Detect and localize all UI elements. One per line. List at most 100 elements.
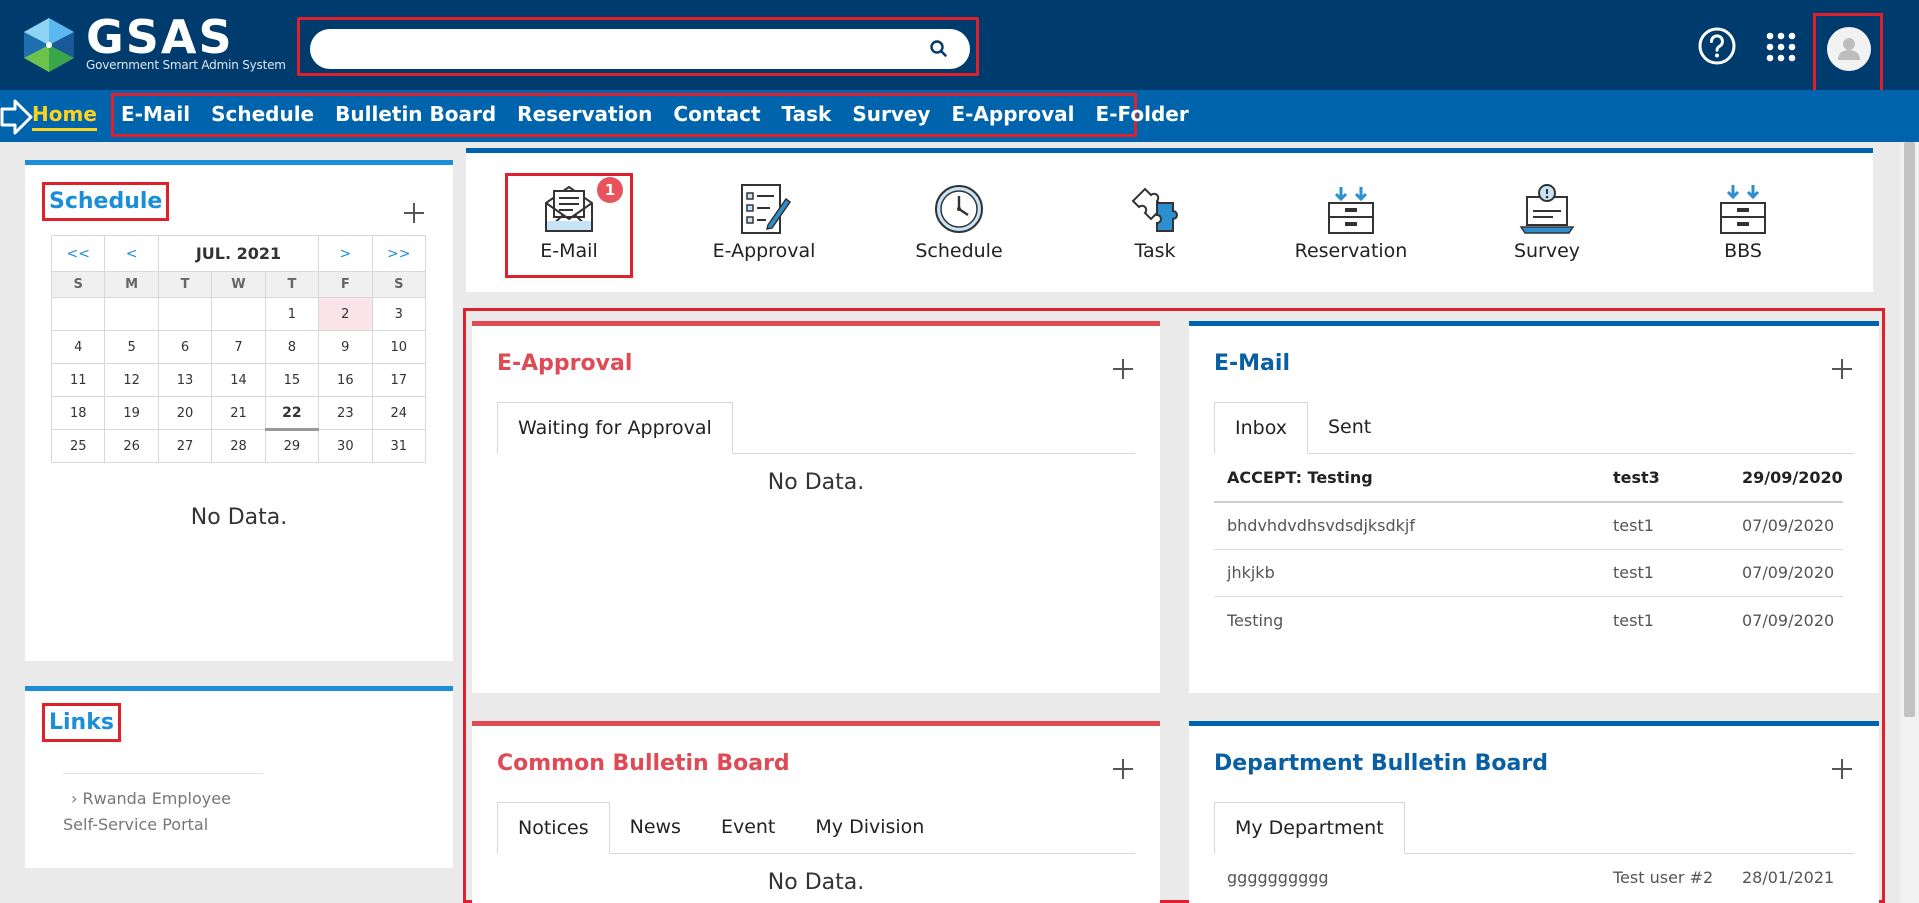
calendar-day[interactable]: 23	[318, 396, 373, 430]
calendar-day-highlighted[interactable]: 2	[318, 297, 373, 331]
calendar-day[interactable]: 19	[104, 396, 159, 430]
help-icon[interactable]	[1697, 26, 1737, 66]
mail-sender: test1	[1600, 501, 1729, 550]
calendar-day[interactable]: 14	[211, 363, 266, 397]
table-row[interactable]: jhkjkb test1 07/09/2020	[1214, 549, 1843, 597]
search-bar	[297, 17, 979, 76]
quick-item-survey[interactable]: Survey	[1492, 175, 1602, 275]
search-icon[interactable]	[928, 38, 950, 60]
calendar-day[interactable]: 15	[264, 363, 320, 397]
email-title[interactable]: E-Mail	[1214, 351, 1290, 376]
calendar-next-year-button[interactable]: >>	[371, 235, 427, 272]
calendar-day[interactable]: 24	[371, 396, 427, 430]
arrow-right-icon	[0, 99, 33, 135]
calendar-day[interactable]: 29	[264, 429, 320, 463]
quick-item-bbs[interactable]: BBS	[1688, 175, 1798, 275]
table-row[interactable]: gggggggggg Test user #2 28/01/2021	[1214, 854, 1834, 902]
calendar-day[interactable]: 25	[50, 429, 106, 463]
calendar-day[interactable]: 11	[50, 363, 106, 397]
links-panel: Links › Rwanda Employee Self-Service Por…	[25, 686, 453, 868]
mail-sender: test1	[1600, 549, 1729, 597]
department-bulletin-title[interactable]: Department Bulletin Board	[1214, 751, 1548, 776]
nav-item-home[interactable]: Home	[32, 102, 97, 131]
calendar-day[interactable]: 28	[211, 429, 266, 463]
calendar-prev-year-button[interactable]: <<	[50, 235, 106, 272]
calendar-day[interactable]	[50, 297, 106, 331]
nav-item-e-folder[interactable]: E-Folder	[1096, 102, 1189, 126]
calendar-day[interactable]: 16	[318, 363, 373, 397]
tab-notices[interactable]: Notices	[497, 802, 610, 854]
nav-item-bulletin-board[interactable]: Bulletin Board	[335, 102, 496, 126]
calendar-day[interactable]: 3	[371, 297, 427, 331]
calendar-day[interactable]	[211, 297, 266, 331]
calendar-next-month-button[interactable]: >	[318, 235, 373, 272]
table-row[interactable]: ACCEPT: Testing test3 29/09/2020	[1214, 454, 1843, 503]
table-row[interactable]: bhdvhdvdhsvdsdjksdkjf test1 07/09/2020	[1214, 501, 1843, 550]
tab-my-division[interactable]: My Division	[795, 802, 944, 854]
page-scrollbar[interactable]	[1900, 142, 1919, 903]
calendar-day[interactable]: 8	[264, 330, 320, 364]
nav-item-contact[interactable]: Contact	[673, 102, 760, 126]
nav-item-reservation[interactable]: Reservation	[517, 102, 652, 126]
common-bulletin-title[interactable]: Common Bulletin Board	[497, 751, 790, 776]
post-author: Test user #2	[1613, 868, 1714, 888]
department-bulletin-add-icon[interactable]	[1831, 758, 1853, 780]
calendar-prev-month-button[interactable]: <	[104, 235, 159, 272]
mail-subject[interactable]: jhkjkb	[1214, 549, 1600, 597]
nav-item-survey[interactable]: Survey	[852, 102, 930, 126]
calendar-day[interactable]: 4	[50, 330, 106, 364]
e-approval-add-icon[interactable]	[1112, 358, 1134, 380]
calendar-day[interactable]: 18	[50, 396, 106, 430]
calendar-day[interactable]: 17	[371, 363, 427, 397]
quick-item-reservation[interactable]: Reservation	[1295, 175, 1407, 275]
mail-subject[interactable]: bhdvhdvdhsvdsdjksdkjf	[1214, 501, 1600, 550]
calendar-day[interactable]: 9	[318, 330, 373, 364]
calendar-day[interactable]: 7	[211, 330, 266, 364]
calendar-day[interactable]: 27	[157, 429, 213, 463]
link-item-rwanda-portal[interactable]: › Rwanda Employee Self-Service Portal	[63, 786, 263, 838]
mail-subject[interactable]: Testing	[1214, 597, 1600, 645]
tab-event[interactable]: Event	[701, 802, 795, 854]
schedule-title[interactable]: Schedule	[49, 189, 162, 214]
tab-waiting-for-approval[interactable]: Waiting for Approval	[497, 402, 733, 454]
quick-item-task[interactable]: Task	[1100, 175, 1210, 275]
nav-item-task[interactable]: Task	[782, 102, 832, 126]
table-row[interactable]: Testing test1 07/09/2020	[1214, 597, 1843, 645]
calendar-day[interactable]: 26	[104, 429, 159, 463]
calendar-day[interactable]: 20	[157, 396, 213, 430]
calendar-day[interactable]: 12	[104, 363, 159, 397]
quick-item-email[interactable]: 1 E-Mail	[514, 175, 624, 275]
tab-inbox[interactable]: Inbox	[1214, 402, 1308, 454]
post-subject[interactable]: gggggggggg	[1214, 854, 1600, 902]
calendar-day[interactable]: 13	[157, 363, 213, 397]
calendar-day[interactable]	[104, 297, 159, 331]
nav-item-e-approval[interactable]: E-Approval	[951, 102, 1074, 126]
calendar-day[interactable]: 31	[371, 429, 427, 463]
tab-sent[interactable]: Sent	[1308, 402, 1391, 454]
schedule-add-icon[interactable]	[403, 202, 425, 224]
calendar-day[interactable]: 1	[264, 297, 320, 331]
apps-grid-icon[interactable]	[1765, 31, 1797, 63]
calendar-day[interactable]: 21	[211, 396, 266, 430]
e-approval-title[interactable]: E-Approval	[497, 351, 632, 376]
calendar-day[interactable]: 30	[318, 429, 373, 463]
gsas-logo[interactable]: GSAS Government Smart Admin System	[20, 12, 286, 76]
calendar-day[interactable]: 5	[104, 330, 159, 364]
avatar[interactable]	[1827, 27, 1871, 71]
email-add-icon[interactable]	[1831, 358, 1853, 380]
mail-subject[interactable]: ACCEPT: Testing	[1214, 454, 1600, 503]
calendar-day[interactable]: 10	[371, 330, 427, 364]
common-bulletin-add-icon[interactable]	[1112, 758, 1134, 780]
quick-item-e-approval[interactable]: E-Approval	[709, 175, 819, 275]
search-input[interactable]	[310, 29, 970, 69]
calendar-day[interactable]	[157, 297, 213, 331]
drawer-icon	[1328, 187, 1374, 234]
calendar-day-today[interactable]: 22	[264, 396, 320, 431]
calendar-day[interactable]: 6	[157, 330, 213, 364]
tab-news[interactable]: News	[610, 802, 701, 854]
tab-my-department[interactable]: My Department	[1214, 802, 1405, 854]
scrollbar-thumb[interactable]	[1904, 142, 1915, 717]
nav-item-email[interactable]: E-Mail	[121, 102, 190, 126]
nav-item-schedule[interactable]: Schedule	[211, 102, 314, 126]
quick-item-schedule[interactable]: Schedule	[904, 175, 1014, 275]
